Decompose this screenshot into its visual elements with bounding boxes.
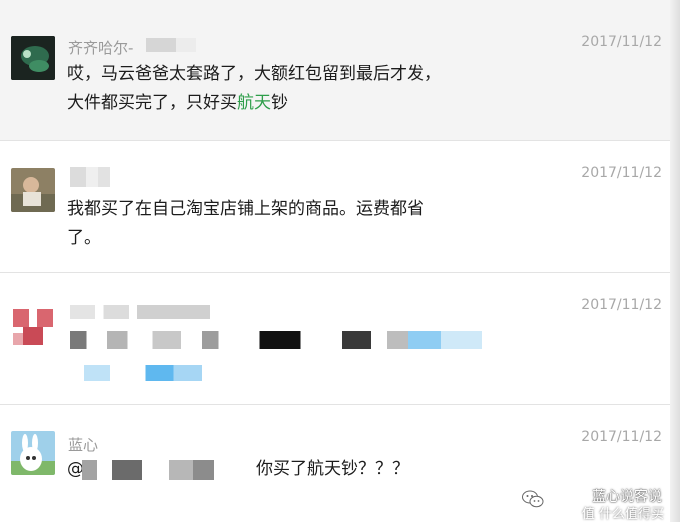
avatar-image [11, 431, 55, 475]
comment-line: 了。 [67, 228, 101, 248]
comment-line: 哎，马云爸爸太套路了，大额红包留到最后才发， [67, 64, 441, 84]
comment-item: 齐齐哈尔- 2017/11/12 哎，马云爸爸太套路了，大额红包留到最后才发， … [0, 0, 670, 140]
comment-line: 我都买了在自己淘宝店铺上架的商品。运费都省 [67, 199, 424, 219]
comment-date: 2017/11/12 [581, 429, 662, 445]
comment-text-part: 大件都买完了，只好买 [67, 93, 237, 113]
blurred-text [70, 331, 482, 349]
blurred-text [84, 365, 202, 381]
comment-item: 蓝心 2017/11/12 @ 你买了航天钞？？？ [0, 405, 670, 522]
comment-item: 2017/11/12 [0, 273, 670, 403]
commenter-name[interactable]: 蓝心 [68, 434, 98, 455]
blurred-name [70, 305, 210, 319]
blurred-name [70, 167, 110, 187]
blurred-name [146, 38, 196, 52]
highlight-text: 航天 [237, 93, 271, 113]
avatar-image [11, 36, 55, 80]
comment-text-part: 钞 [271, 93, 288, 113]
comment-text: 哎，马云爸爸太套路了，大额红包留到最后才发， 大件都买完了，只好买航天钞 [67, 60, 441, 118]
comment-date: 2017/11/12 [581, 297, 662, 313]
comment-line: 你买了航天钞？？？ [256, 459, 409, 479]
comment-date: 2017/11/12 [581, 165, 662, 181]
commenter-name[interactable]: 齐齐哈尔- [68, 37, 133, 58]
avatar[interactable] [11, 431, 55, 475]
blurred-mention [82, 460, 232, 480]
comment-date: 2017/11/12 [581, 34, 662, 50]
avatar-image [11, 307, 55, 351]
comment-line: 大件都买完了，只好买航天钞 [67, 89, 441, 118]
avatar-image [11, 168, 55, 212]
page-edge [670, 0, 680, 522]
avatar[interactable] [11, 36, 55, 80]
comment-item: 2017/11/12 我都买了在自己淘宝店铺上架的商品。运费都省 了。 [0, 141, 670, 271]
comment-text: 你买了航天钞？？？ [256, 455, 409, 484]
avatar[interactable] [11, 307, 55, 351]
avatar[interactable] [11, 168, 55, 212]
wechat-icon [522, 490, 544, 508]
watermark-site: 值 什么值得买 [581, 507, 664, 522]
comment-text: 我都买了在自己淘宝店铺上架的商品。运费都省 了。 [67, 195, 424, 253]
